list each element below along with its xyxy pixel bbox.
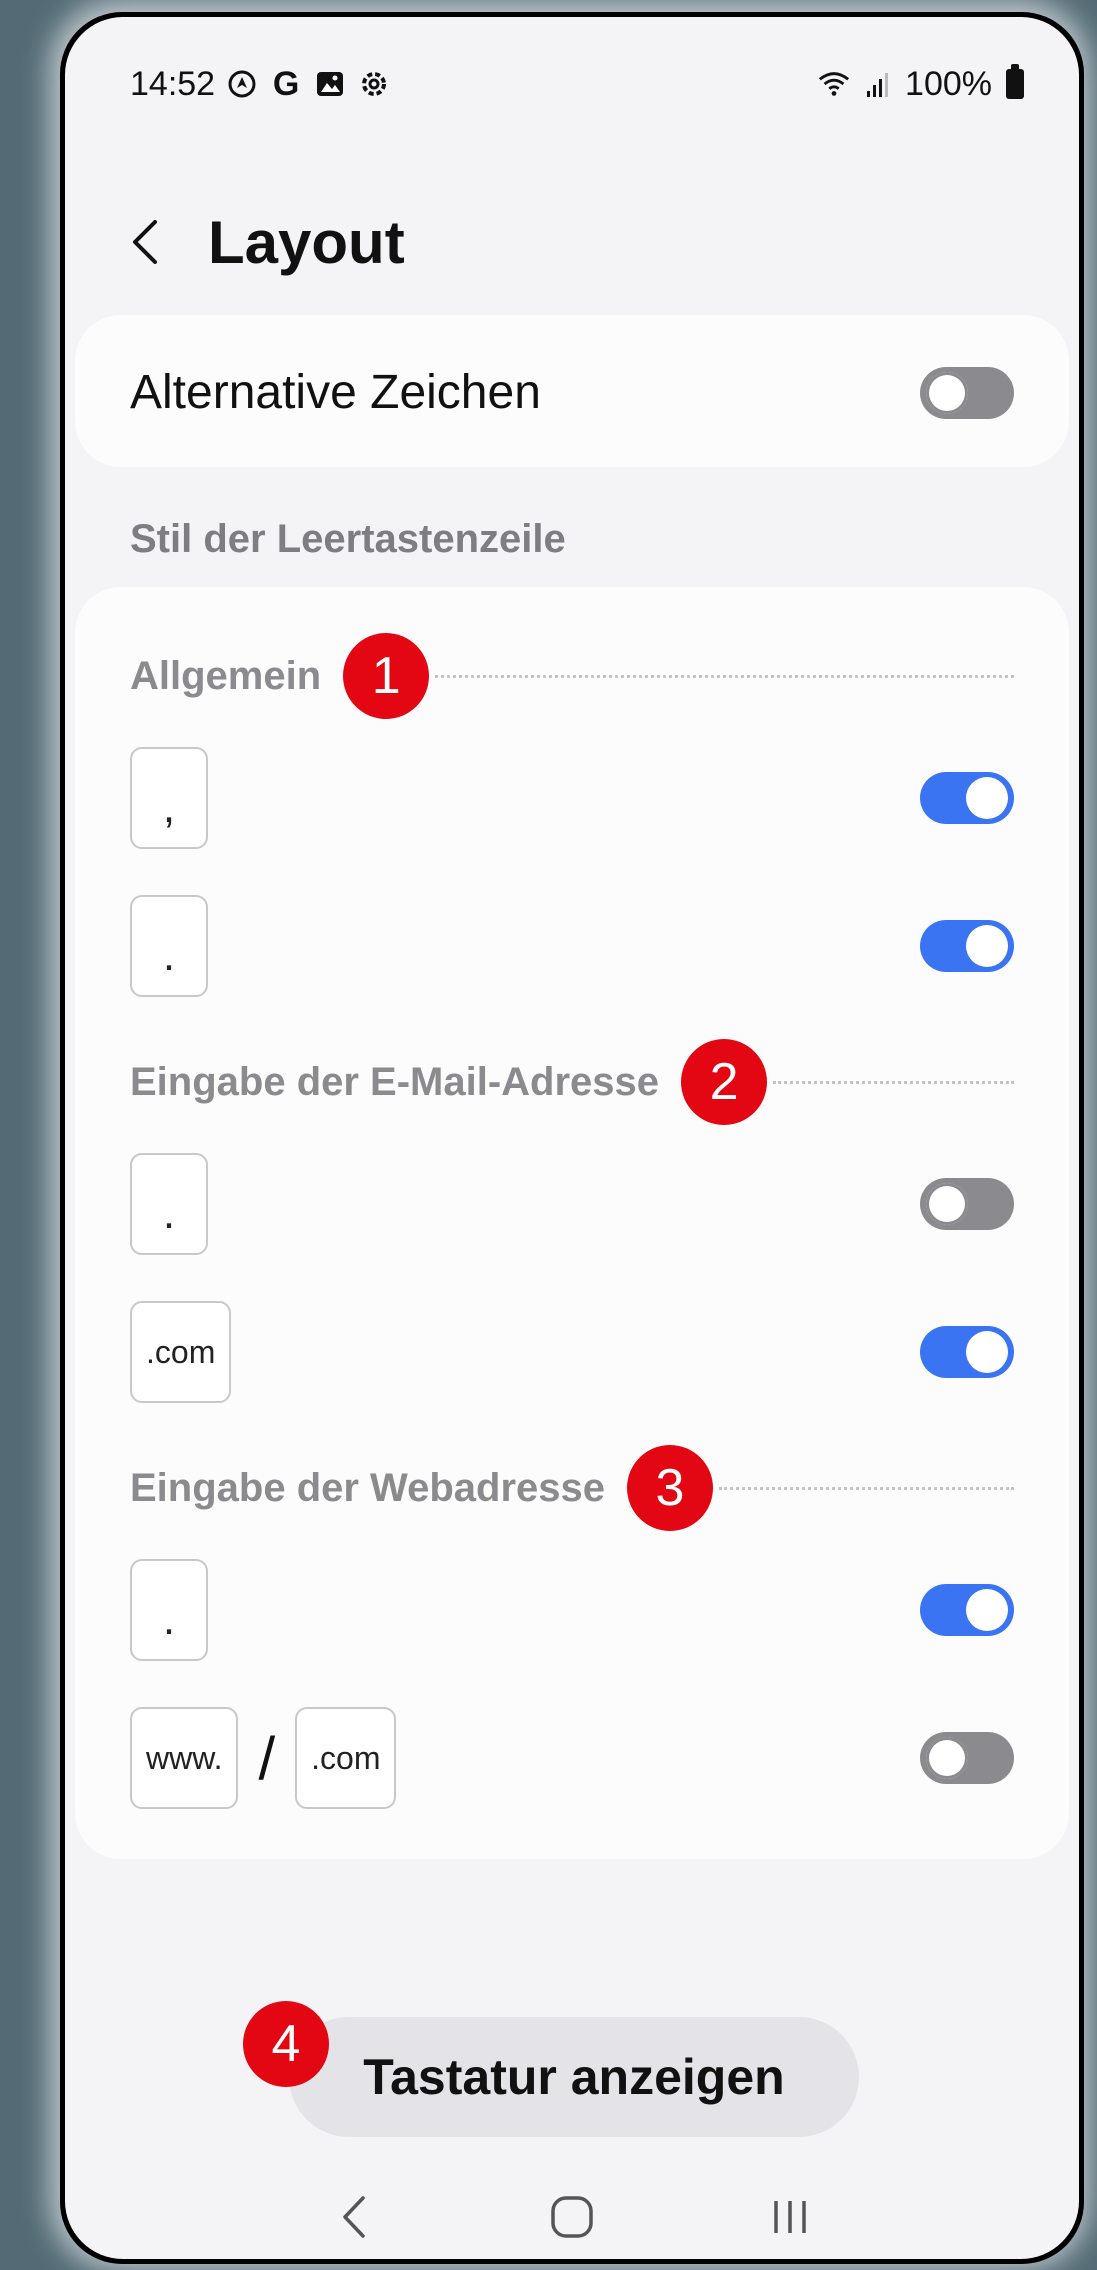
key-group: . bbox=[130, 1559, 208, 1661]
toggle-knob bbox=[966, 1589, 1008, 1631]
group-header-email: Eingabe der E-Mail-Adresse 2 bbox=[130, 1039, 1014, 1125]
row-general-period[interactable]: . bbox=[130, 895, 1014, 997]
toggle-knob bbox=[966, 1331, 1008, 1373]
web-www-com-toggle[interactable] bbox=[920, 1732, 1014, 1784]
group-header-web: Eingabe der Webadresse 3 bbox=[130, 1445, 1014, 1531]
battery-level: 100% bbox=[905, 64, 992, 103]
settings-icon bbox=[357, 67, 391, 101]
show-keyboard-button[interactable]: Tastatur anzeigen bbox=[289, 2017, 859, 2137]
alternative-chars-toggle[interactable] bbox=[920, 366, 1014, 419]
key-preview: , bbox=[130, 747, 208, 849]
recents-nav-icon[interactable] bbox=[750, 2182, 830, 2252]
row-email-com[interactable]: .com bbox=[130, 1301, 1014, 1403]
row-web-www-com[interactable]: www. / .com bbox=[130, 1707, 1014, 1809]
web-period-toggle[interactable] bbox=[920, 1584, 1014, 1636]
group-header-general: Allgemein 1 bbox=[130, 633, 1014, 719]
signal-icon bbox=[861, 67, 895, 101]
annotation-badge: 4 bbox=[243, 2001, 329, 2087]
alternative-chars-label: Alternative Zeichen bbox=[130, 366, 541, 419]
header: Layout bbox=[130, 197, 405, 287]
key-group: . bbox=[130, 1153, 208, 1255]
row-general-comma[interactable]: , bbox=[130, 747, 1014, 849]
status-bar-left: 14:52 G bbox=[130, 65, 391, 104]
toggle-knob bbox=[926, 371, 968, 414]
annotation-badge: 1 bbox=[343, 633, 430, 719]
wifi-icon bbox=[817, 67, 851, 101]
group-title: Allgemein bbox=[130, 653, 322, 698]
toggle-knob bbox=[926, 1737, 968, 1779]
row-web-period[interactable]: . bbox=[130, 1559, 1014, 1661]
key-preview: www. bbox=[130, 1707, 239, 1809]
key-separator: / bbox=[258, 1724, 276, 1792]
email-period-toggle[interactable] bbox=[920, 1178, 1014, 1230]
google-icon: G bbox=[272, 64, 300, 103]
annotation-badge: 3 bbox=[627, 1445, 713, 1531]
clock: 14:52 bbox=[130, 64, 216, 103]
key-group: www. / .com bbox=[130, 1707, 397, 1809]
key-preview: . bbox=[130, 895, 208, 997]
home-nav-icon[interactable] bbox=[532, 2182, 612, 2252]
general-comma-toggle[interactable] bbox=[920, 772, 1014, 824]
group-title: Eingabe der Webadresse bbox=[130, 1465, 605, 1510]
toggle-knob bbox=[966, 777, 1008, 819]
divider bbox=[435, 674, 1014, 678]
key-preview: . bbox=[130, 1153, 208, 1255]
gallery-icon bbox=[313, 67, 347, 101]
email-com-toggle[interactable] bbox=[920, 1326, 1014, 1378]
alternative-chars-row[interactable]: Alternative Zeichen bbox=[130, 365, 1014, 420]
phone-frame: 14:52 G 100% Layout Alternative Zeichen … bbox=[60, 12, 1084, 2264]
row-email-period[interactable]: . bbox=[130, 1153, 1014, 1255]
screen: 14:52 G 100% Layout Alternative Zeichen … bbox=[65, 17, 1079, 2259]
divider bbox=[719, 1486, 1014, 1490]
divider bbox=[773, 1080, 1014, 1084]
back-icon[interactable] bbox=[130, 212, 170, 272]
general-period-toggle[interactable] bbox=[920, 920, 1014, 972]
toggle-knob bbox=[966, 925, 1008, 967]
annotation-badge: 2 bbox=[681, 1039, 768, 1125]
key-preview: .com bbox=[130, 1301, 232, 1403]
key-group: , bbox=[130, 747, 208, 849]
key-preview: . bbox=[130, 1559, 208, 1661]
status-bar-right: 100% bbox=[817, 64, 1024, 104]
navigation-icon bbox=[225, 67, 259, 101]
battery-icon bbox=[1006, 64, 1024, 99]
navigation-bar bbox=[65, 2167, 1079, 2259]
page-title: Layout bbox=[208, 208, 405, 276]
key-preview: .com bbox=[295, 1707, 397, 1809]
key-group: .com bbox=[130, 1301, 232, 1403]
group-title: Eingabe der E-Mail-Adresse bbox=[130, 1059, 660, 1104]
alternative-chars-card: Alternative Zeichen bbox=[75, 315, 1069, 467]
back-nav-icon[interactable] bbox=[314, 2182, 394, 2252]
spacebar-style-card: Allgemein 1 , . Eingabe der E-Mail-Adres… bbox=[75, 587, 1069, 1859]
toggle-knob bbox=[926, 1183, 968, 1225]
status-bar: 14:52 G 100% bbox=[130, 59, 1024, 109]
key-group: . bbox=[130, 895, 208, 997]
section-title: Stil der Leertastenzeile bbox=[130, 517, 566, 561]
